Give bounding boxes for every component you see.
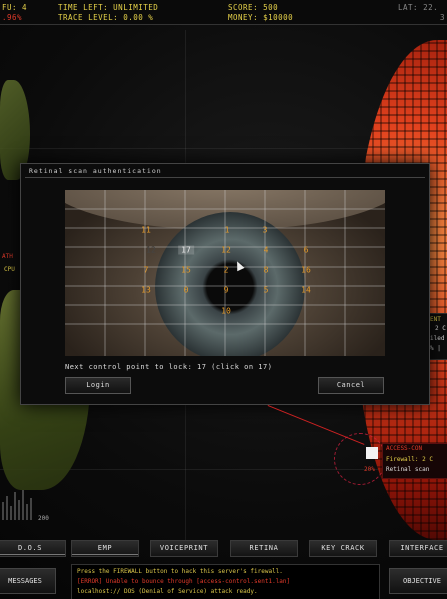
- voiceprint-label: VOICEPRINT: [159, 544, 209, 552]
- dos-button[interactable]: D.O.S: [0, 540, 66, 557]
- control-point[interactable]: 7: [144, 266, 149, 275]
- console-line: [ERROR] Unable to bounce through [access…: [77, 578, 291, 585]
- target-server-marker[interactable]: ACCESS-CON Firewall: 2 C Retinal scan 20…: [334, 433, 447, 485]
- right-panel-text: ENT: [430, 316, 441, 323]
- console-log: Press the FIREWALL button to hack this s…: [71, 564, 380, 599]
- target-ring-icon: [334, 433, 386, 485]
- right-panel-text: iled: [430, 335, 445, 342]
- eye-scan-image: 11 1 3 12 17 12 4 6 7 15 2 8 16 13 0 9 5…: [65, 190, 385, 356]
- left-panel-fragment: CPU: [4, 266, 15, 273]
- time-left: TIME LEFT: UNLIMITED: [58, 3, 159, 12]
- control-point[interactable]: 5: [264, 286, 269, 295]
- control-point[interactable]: 15: [181, 266, 191, 275]
- control-point[interactable]: 4: [264, 246, 269, 255]
- control-point-highlighted[interactable]: 17: [178, 245, 194, 255]
- emp-button[interactable]: EMP: [71, 540, 139, 557]
- cpu-bar: [14, 492, 16, 520]
- retinal-scan-dialog: Retinal scan authentication 11 1 3 12 17…: [20, 163, 430, 405]
- key-crack-button[interactable]: KEY CRACK: [309, 540, 377, 557]
- cpu-sub-readout: .96%: [2, 13, 23, 22]
- retina-button[interactable]: RETINA: [230, 540, 298, 557]
- console-line: Press the FIREWALL button to hack this s…: [77, 568, 283, 575]
- control-point[interactable]: 13: [141, 286, 151, 295]
- right-panel-text: % |: [430, 345, 441, 352]
- money: MONEY: $10000: [228, 13, 294, 22]
- dos-label: D.O.S: [17, 544, 43, 552]
- target-badge: 20%: [364, 466, 375, 473]
- cpu-bar: [18, 500, 20, 520]
- control-point[interactable]: 11: [141, 226, 151, 235]
- control-point[interactable]: 14: [301, 286, 311, 295]
- cpu-bar: [26, 504, 28, 520]
- login-button[interactable]: Login: [65, 377, 131, 394]
- control-point[interactable]: 12: [146, 246, 156, 255]
- control-point[interactable]: 12: [221, 246, 231, 255]
- control-point[interactable]: 16: [301, 266, 311, 275]
- control-point[interactable]: 1: [225, 226, 230, 235]
- key-crack-label: KEY CRACK: [321, 544, 365, 552]
- eye-iris: [155, 212, 305, 356]
- left-panel-fragment: ATH: [2, 253, 13, 260]
- next-point-message: Next control point to lock: 17 (click on…: [65, 363, 273, 371]
- cpu-bar: [10, 506, 12, 520]
- console-line: localhost:// DOS (Denial of Service) att…: [77, 588, 258, 595]
- server-icon: [366, 447, 378, 459]
- bar-graph-label: 200: [38, 515, 49, 522]
- objectives-button[interactable]: OBJECTIVE: [389, 568, 447, 594]
- retina-label: RETINA: [249, 544, 279, 552]
- cpu-bar: [2, 502, 4, 520]
- messages-button[interactable]: MESSAGES: [0, 568, 56, 594]
- cancel-button[interactable]: Cancel: [318, 377, 384, 394]
- control-point[interactable]: 10: [221, 307, 231, 316]
- top-hud: FU: 4 .96% TIME LEFT: UNLIMITED TRACE LE…: [0, 0, 447, 25]
- control-point[interactable]: 9: [224, 286, 229, 295]
- control-point[interactable]: 3: [263, 226, 268, 235]
- score: SCORE: 500: [228, 3, 279, 12]
- control-point[interactable]: 2: [224, 266, 229, 275]
- trace-level: TRACE LEVEL: 0.00 %: [58, 13, 154, 22]
- target-firewall: Firewall: 2 C: [386, 456, 433, 463]
- interface-label: INTERFACE: [400, 544, 444, 552]
- target-retinal: Retinal scan: [386, 466, 430, 473]
- button-underline: [72, 554, 138, 555]
- cpu-bar: [22, 490, 24, 520]
- voiceprint-button[interactable]: VOICEPRINT: [150, 540, 218, 557]
- latitude: LAT: 22.: [398, 3, 439, 12]
- cpu-bar: [6, 496, 8, 520]
- control-point[interactable]: 6: [304, 246, 309, 255]
- button-underline: [0, 554, 65, 555]
- right-panel-text: 2 C: [435, 325, 446, 332]
- control-point[interactable]: 8: [264, 266, 269, 275]
- cpu-bar-graph: [0, 480, 40, 520]
- latitude-sub: 3: [440, 13, 446, 22]
- dialog-title: Retinal scan authentication: [29, 167, 162, 175]
- game-scene: FU: 4 .96% TIME LEFT: UNLIMITED TRACE LE…: [0, 0, 447, 599]
- control-point[interactable]: 0: [184, 286, 189, 295]
- target-name: ACCESS-CON: [386, 445, 423, 452]
- cpu-bar: [30, 498, 32, 520]
- dialog-divider: [25, 177, 425, 178]
- emp-label: EMP: [97, 544, 113, 552]
- cpu-readout: FU: 4: [2, 3, 28, 12]
- interface-button[interactable]: INTERFACE: [389, 540, 447, 557]
